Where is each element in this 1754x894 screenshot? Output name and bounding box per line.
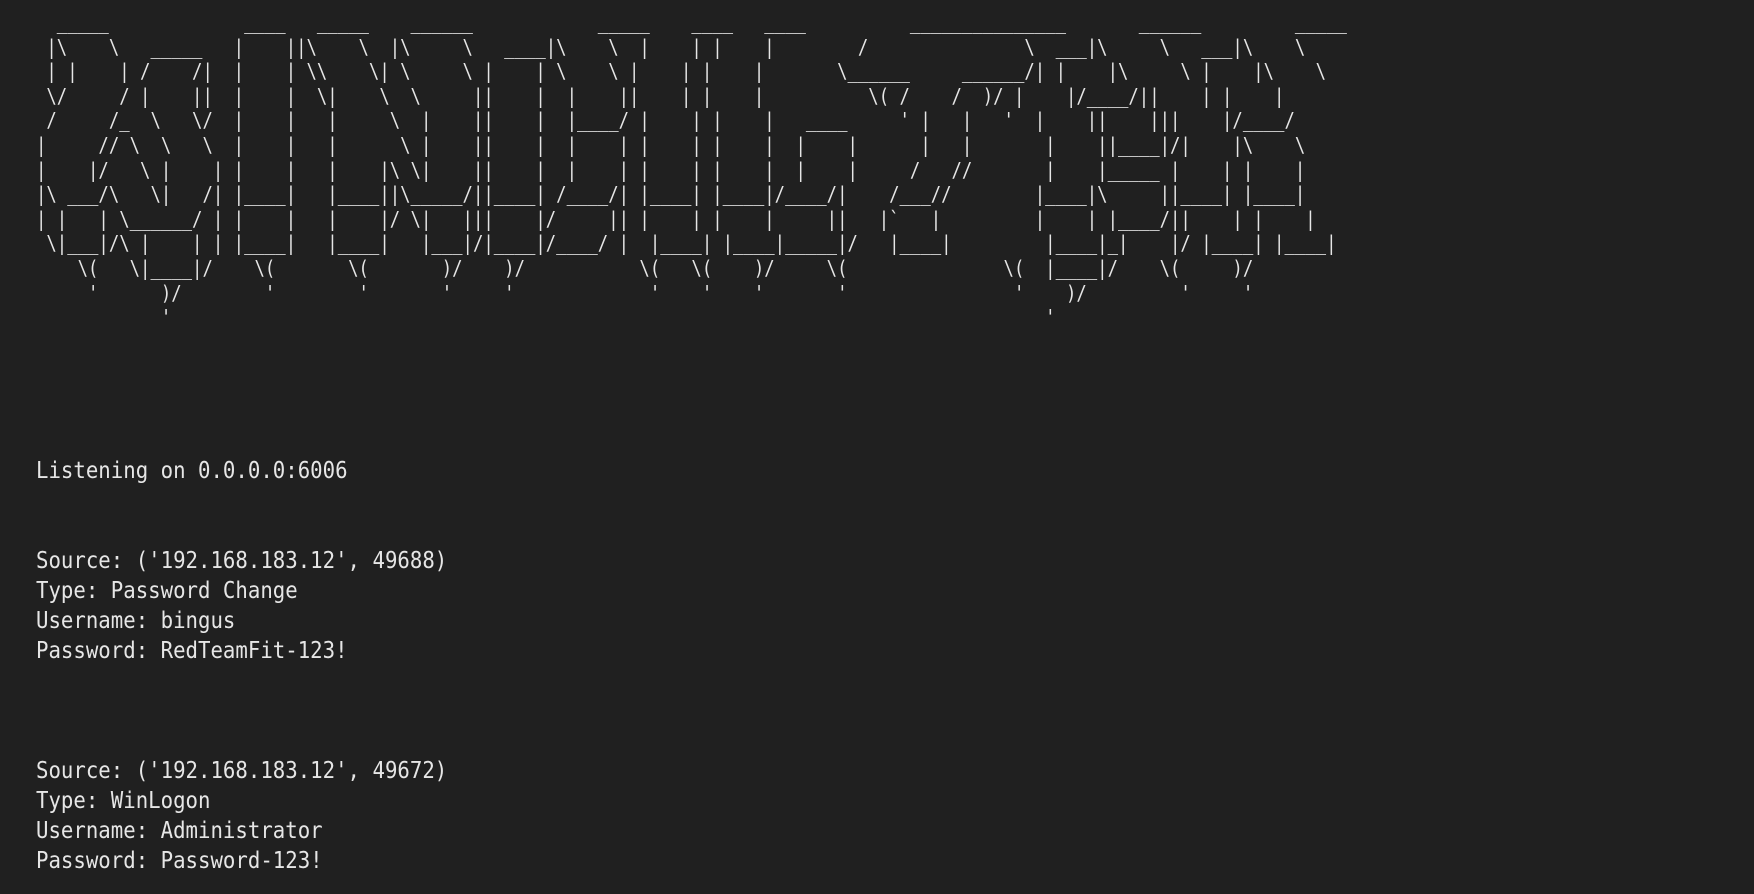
entry-source: Source: ('192.168.183.12', 49672) <box>36 758 448 784</box>
entry-username: Username: bingus <box>36 608 236 634</box>
entry-password: Password: RedTeamFit-123! <box>36 638 348 664</box>
banner-line: \|___|/\ | | | |____| |____| |___|/|____… <box>36 231 1337 256</box>
entry-type: Type: Password Change <box>36 578 298 604</box>
banner-line: / /_ \ \/ | | | \ | || | |____/ | | | | … <box>36 108 1295 133</box>
banner-line: _____ ____ _____ ______ _____ ____ ____ … <box>36 10 1347 34</box>
banner-line: | // \ \ \ | | | \ | || | | | | | | | | … <box>36 132 1306 157</box>
entry-password: Password: Password-123! <box>36 848 323 874</box>
banner-line: | | | \______/ | | | | |/ \| ||| |/ || |… <box>36 206 1316 231</box>
banner-line: |\ \ _____ | ||\ \ |\ \ ____|\ \ | | | |… <box>36 34 1306 59</box>
banner-line: |\ ___/\ \| /| |____| |____||\_____/||__… <box>36 182 1306 207</box>
listening-status: Listening on 0.0.0.0:6006 <box>36 458 348 484</box>
banner-line: | |/ \ | | | | | |\ \| || | | | | | | | … <box>36 157 1306 182</box>
banner-line: | | | / /| | | \\ \| \ \ | | \ \ | | | |… <box>36 59 1327 84</box>
entry-type: Type: WinLogon <box>36 788 211 814</box>
terminal-window[interactable]: _____ ____ _____ ______ _____ ____ ____ … <box>0 0 1754 894</box>
entry-source: Source: ('192.168.183.12', 49688) <box>36 548 448 574</box>
banner-line: \( \|____|/ \( \( )/ )/ \( \( )/ \( \( |… <box>36 255 1254 280</box>
entry-username: Username: Administrator <box>36 818 323 844</box>
ascii-banner: _____ ____ _____ ______ _____ ____ ____ … <box>36 10 1507 330</box>
banner-line: \/ / | || | | \| \ \ || | | || | | | \( … <box>36 83 1285 108</box>
banner-line: ' ' <box>36 305 1056 330</box>
banner-line: ' )/ ' ' ' ' ' ' ' ' ' )/ ' ' <box>36 280 1254 305</box>
